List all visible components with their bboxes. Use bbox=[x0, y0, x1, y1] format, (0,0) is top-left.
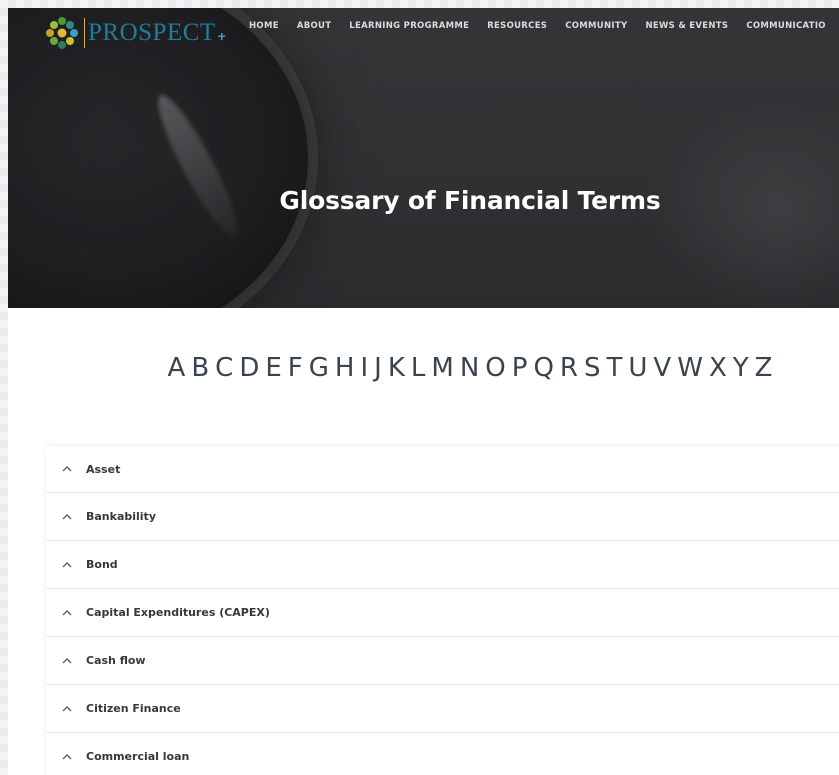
nav-news-events[interactable]: NEWS & EVENTS bbox=[645, 21, 728, 31]
glossary-item[interactable]: Commercial loan bbox=[46, 733, 839, 775]
chevron-up-icon bbox=[60, 558, 74, 572]
alphabet-letter-i[interactable]: I bbox=[360, 352, 368, 384]
alphabet-letter-r[interactable]: R bbox=[560, 352, 578, 384]
glossary-item[interactable]: Bankability bbox=[46, 493, 839, 541]
hero-banner: PROSPECT + HOME ABOUT LEARNING PROGRAMME… bbox=[8, 8, 839, 308]
glossary-item[interactable]: Capital Expenditures (CAPEX) bbox=[46, 589, 839, 637]
page: PROSPECT + HOME ABOUT LEARNING PROGRAMME… bbox=[8, 8, 839, 775]
glossary-item-label: Cash flow bbox=[86, 654, 146, 667]
nav-community[interactable]: COMMUNITY bbox=[565, 21, 627, 31]
alphabet-letter-z[interactable]: Z bbox=[755, 352, 773, 384]
glossary-item-label: Capital Expenditures (CAPEX) bbox=[86, 606, 270, 619]
alphabet-letter-f[interactable]: F bbox=[288, 352, 303, 384]
glossary-item-label: Citizen Finance bbox=[86, 702, 181, 715]
glossary-accordion: Asset Bankability Bond Capital Expenditures… bbox=[46, 445, 839, 775]
glossary-item[interactable]: Asset bbox=[46, 445, 839, 493]
chevron-up-icon bbox=[60, 462, 74, 476]
page-title: Glossary of Financial Terms bbox=[279, 186, 661, 215]
alphabet-letter-m[interactable]: M bbox=[431, 352, 453, 384]
alphabet-letter-d[interactable]: D bbox=[239, 352, 259, 384]
chevron-up-icon bbox=[60, 702, 74, 716]
alphabet-letter-p[interactable]: P bbox=[512, 352, 528, 384]
alphabet-letter-u[interactable]: U bbox=[628, 352, 647, 384]
logo-plus-mark: + bbox=[217, 28, 226, 44]
alphabet-letter-w[interactable]: W bbox=[677, 352, 703, 384]
chevron-up-icon bbox=[60, 654, 74, 668]
alphabet-letter-e[interactable]: E bbox=[265, 352, 281, 384]
logo-wordmark: PROSPECT bbox=[88, 19, 216, 46]
glossary-item-label: Bond bbox=[86, 558, 118, 571]
alphabet-letter-n[interactable]: N bbox=[460, 352, 479, 384]
alphabet-letter-x[interactable]: X bbox=[709, 352, 727, 384]
prospect-logo-icon bbox=[46, 17, 78, 49]
hero-overlay bbox=[8, 8, 839, 308]
chevron-up-icon bbox=[60, 606, 74, 620]
glossary-item-label: Bankability bbox=[86, 510, 156, 523]
alphabet-letter-a[interactable]: A bbox=[168, 352, 186, 384]
alphabet-letter-l[interactable]: L bbox=[411, 352, 426, 384]
glossary-item[interactable]: Bond bbox=[46, 541, 839, 589]
glossary-item-label: Commercial loan bbox=[86, 750, 190, 763]
main-navigation: HOME ABOUT LEARNING PROGRAMME RESOURCES … bbox=[249, 21, 839, 31]
alphabet-letter-b[interactable]: B bbox=[191, 352, 209, 384]
alphabet-letter-t[interactable]: T bbox=[607, 352, 623, 384]
alphabet-letter-c[interactable]: C bbox=[215, 352, 233, 384]
nav-resources[interactable]: RESOURCES bbox=[487, 21, 547, 31]
glossary-item-label: Asset bbox=[86, 462, 121, 476]
glossary-item[interactable]: Cash flow bbox=[46, 637, 839, 685]
alphabet-letter-h[interactable]: H bbox=[335, 352, 355, 384]
alphabet-letter-g[interactable]: G bbox=[309, 352, 329, 384]
alphabet-index: ABCDEFGHIJKLMNOPQRSTUVWXYZ bbox=[8, 352, 839, 384]
nav-learning-programme[interactable]: LEARNING PROGRAMME bbox=[349, 21, 469, 31]
logo-divider bbox=[84, 18, 85, 48]
alphabet-letter-o[interactable]: O bbox=[485, 352, 505, 384]
nav-about[interactable]: ABOUT bbox=[297, 21, 331, 31]
alphabet-letter-j[interactable]: J bbox=[374, 352, 382, 384]
site-logo[interactable]: PROSPECT + bbox=[44, 14, 226, 52]
nav-home[interactable]: HOME bbox=[249, 21, 279, 31]
alphabet-letter-s[interactable]: S bbox=[584, 352, 601, 384]
chevron-up-icon bbox=[60, 510, 74, 524]
alphabet-letter-k[interactable]: K bbox=[388, 352, 405, 384]
alphabet-letter-v[interactable]: V bbox=[653, 352, 671, 384]
glossary-item[interactable]: Citizen Finance bbox=[46, 685, 839, 733]
chevron-up-icon bbox=[60, 750, 74, 764]
nav-communication[interactable]: COMMUNICATIO bbox=[746, 21, 826, 31]
alphabet-letter-q[interactable]: Q bbox=[533, 352, 553, 384]
alphabet-letter-y[interactable]: Y bbox=[733, 352, 749, 384]
